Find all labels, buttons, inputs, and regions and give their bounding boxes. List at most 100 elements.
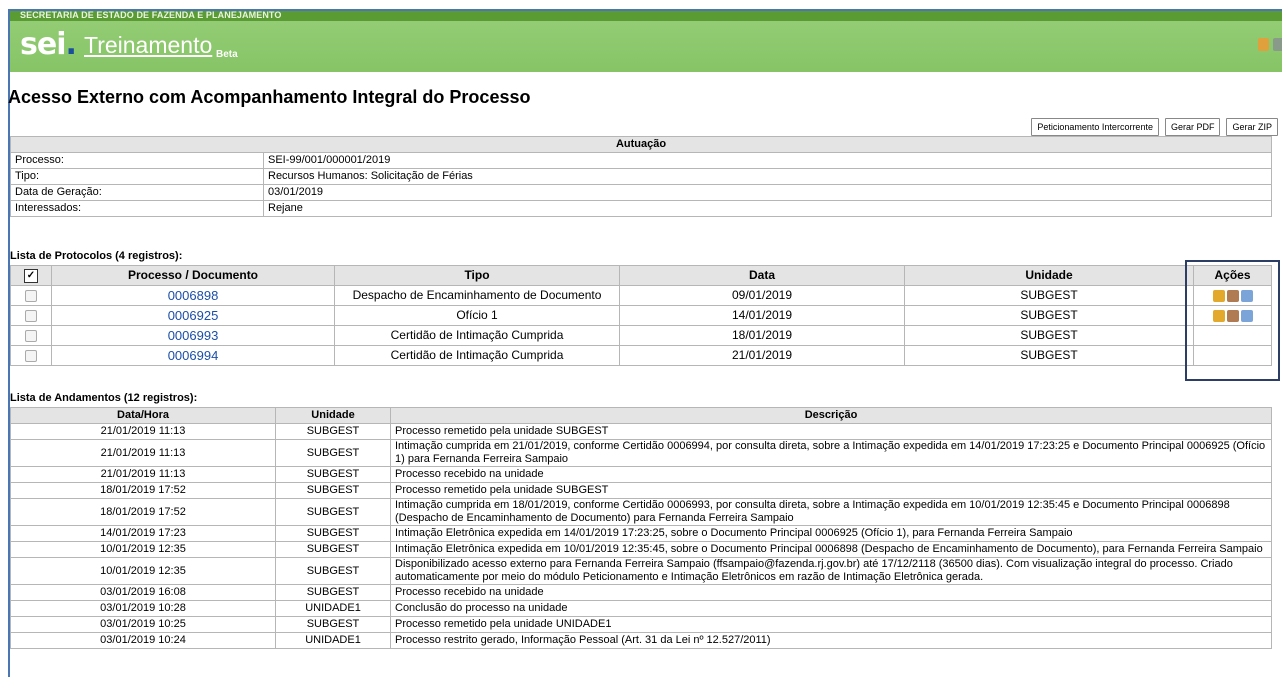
autuacao-value: 03/01/2019 <box>263 184 1272 201</box>
peticionamento-button[interactable]: Peticionamento Intercorrente <box>1031 118 1159 136</box>
autuacao-row: Interessados: Rejane <box>10 200 1272 217</box>
unidade-cell: SUBGEST <box>904 305 1194 326</box>
datahora-cell: 03/01/2019 16:08 <box>10 584 276 601</box>
table-row: 03/01/2019 10:28 UNIDADE1 Conclusão do pro… <box>10 600 1272 617</box>
document-link[interactable]: 0006898 <box>168 288 219 303</box>
unidade-cell: SUBGEST <box>275 557 391 585</box>
col-data-hora: Data/Hora <box>10 407 276 424</box>
acoes-cell <box>1193 285 1272 306</box>
row-checkbox[interactable] <box>25 289 37 302</box>
user-icon[interactable] <box>1226 289 1239 302</box>
datahora-cell: 03/01/2019 10:28 <box>10 600 276 617</box>
logo-text: sei <box>20 27 66 62</box>
descricao-cell: Processo remetido pela unidade SUBGEST <box>390 423 1272 440</box>
row-checkbox-cell[interactable] <box>10 285 52 306</box>
descricao-cell: Disponibilizado acesso externo para Fern… <box>390 557 1272 585</box>
app-name-link[interactable]: Treinamento <box>84 32 212 59</box>
doc-cell: 0006994 <box>51 345 335 366</box>
autuacao-header: Autuação <box>10 136 1272 153</box>
unidade-cell: SUBGEST <box>275 498 391 526</box>
user-icon[interactable] <box>1258 38 1269 51</box>
col-descricao: Descrição <box>390 407 1272 424</box>
lock-icon[interactable] <box>1212 289 1225 302</box>
protocolos-title: Lista de Protocolos (4 registros): <box>10 250 183 262</box>
descricao-cell: Processo restrito gerado, Informação Pes… <box>390 632 1272 649</box>
user-icon[interactable] <box>1226 309 1239 322</box>
doc-cell: 0006925 <box>51 305 335 326</box>
descricao-cell: Conclusão do processo na unidade <box>390 600 1272 617</box>
descricao-cell: Intimação Eletrônica expedida em 10/01/2… <box>390 541 1272 558</box>
document-link[interactable]: 0006993 <box>168 328 219 343</box>
unidade-cell: SUBGEST <box>275 466 391 483</box>
lock-icon[interactable] <box>1212 309 1225 322</box>
data-cell: 21/01/2019 <box>619 345 905 366</box>
descricao-cell: Processo remetido pela unidade UNIDADE1 <box>390 616 1272 633</box>
exit-icon[interactable] <box>1273 38 1282 51</box>
table-row: 10/01/2019 12:35 SUBGEST Disponibilizado a… <box>10 557 1272 585</box>
document-link[interactable]: 0006994 <box>168 348 219 363</box>
row-checkbox[interactable] <box>25 309 37 322</box>
table-row: 10/01/2019 12:35 SUBGEST Intimação Eletrôn… <box>10 541 1272 558</box>
table-row: 03/01/2019 10:25 SUBGEST Processo remetido… <box>10 616 1272 633</box>
autuacao-value: Recursos Humanos: Solicitação de Férias <box>263 168 1272 185</box>
unidade-cell: SUBGEST <box>904 345 1194 366</box>
row-checkbox-cell[interactable] <box>10 305 52 326</box>
col-unidade: Unidade <box>904 265 1194 286</box>
datahora-cell: 21/01/2019 11:13 <box>10 466 276 483</box>
row-checkbox[interactable] <box>25 329 37 342</box>
doc-cell: 0006898 <box>51 285 335 306</box>
table-row: 18/01/2019 17:52 SUBGEST Intimação cumprid… <box>10 498 1272 526</box>
tipo-cell: Despacho de Encaminhamento de Documento <box>334 285 620 306</box>
data-cell: 18/01/2019 <box>619 325 905 346</box>
descricao-cell: Intimação cumprida em 18/01/2019, confor… <box>390 498 1272 526</box>
logo-dot: . <box>65 27 77 62</box>
select-all-header[interactable]: ✓ <box>10 265 52 286</box>
unidade-cell: SUBGEST <box>904 325 1194 346</box>
unidade-cell: SUBGEST <box>275 584 391 601</box>
autuacao-value: SEI-99/001/000001/2019 <box>263 152 1272 169</box>
table-row: 03/01/2019 10:24 UNIDADE1 Processo restrit… <box>10 632 1272 649</box>
header-icons <box>1258 38 1282 51</box>
acoes-cell <box>1193 345 1272 366</box>
row-checkbox[interactable] <box>25 349 37 362</box>
acoes-cell <box>1193 325 1272 346</box>
unidade-cell: SUBGEST <box>275 423 391 440</box>
mail-icon[interactable] <box>1240 289 1253 302</box>
protocolos-table: ✓ Processo / Documento Tipo Data Unidade… <box>10 265 1272 366</box>
autuacao-table: Autuação Processo: SEI-99/001/000001/2019… <box>10 136 1272 217</box>
datahora-cell: 18/01/2019 17:52 <box>10 482 276 499</box>
table-row: 0006993 Certidão de Intimação Cumprida 1… <box>10 325 1272 346</box>
sei-logo[interactable]: sei. <box>20 27 77 62</box>
unidade-cell: SUBGEST <box>275 439 391 467</box>
row-checkbox-cell[interactable] <box>10 325 52 346</box>
datahora-cell: 10/01/2019 12:35 <box>10 541 276 558</box>
app-header: sei. Treinamento Beta <box>10 21 1282 72</box>
unidade-cell: SUBGEST <box>275 616 391 633</box>
datahora-cell: 03/01/2019 10:24 <box>10 632 276 649</box>
tipo-cell: Ofício 1 <box>334 305 620 326</box>
unidade-cell: SUBGEST <box>904 285 1194 306</box>
datahora-cell: 21/01/2019 11:13 <box>10 439 276 467</box>
table-row: 18/01/2019 17:52 SUBGEST Processo remetido… <box>10 482 1272 499</box>
andamentos-table: Data/Hora Unidade Descrição 21/01/2019 1… <box>10 407 1272 649</box>
descricao-cell: Intimação cumprida em 21/01/2019, confor… <box>390 439 1272 467</box>
unidade-cell: SUBGEST <box>275 525 391 542</box>
table-row: 0006994 Certidão de Intimação Cumprida 2… <box>10 345 1272 366</box>
autuacao-label: Tipo: <box>10 168 264 185</box>
acoes-cell <box>1193 305 1272 326</box>
col-processo-documento: Processo / Documento <box>51 265 335 286</box>
unidade-cell: SUBGEST <box>275 541 391 558</box>
tipo-cell: Certidão de Intimação Cumprida <box>334 325 620 346</box>
gerar-pdf-button[interactable]: Gerar PDF <box>1164 118 1221 136</box>
table-row: 21/01/2019 11:13 SUBGEST Processo remetido… <box>10 423 1272 440</box>
row-checkbox-cell[interactable] <box>10 345 52 366</box>
select-all-checkbox[interactable]: ✓ <box>24 268 38 283</box>
gerar-zip-button[interactable]: Gerar ZIP <box>1226 118 1278 136</box>
datahora-cell: 14/01/2019 17:23 <box>10 525 276 542</box>
document-link[interactable]: 0006925 <box>168 308 219 323</box>
unidade-cell: UNIDADE1 <box>275 632 391 649</box>
mail-icon[interactable] <box>1240 309 1253 322</box>
autuacao-value: Rejane <box>263 200 1272 217</box>
doc-cell: 0006993 <box>51 325 335 346</box>
table-row: 03/01/2019 16:08 SUBGEST Processo recebido… <box>10 584 1272 601</box>
